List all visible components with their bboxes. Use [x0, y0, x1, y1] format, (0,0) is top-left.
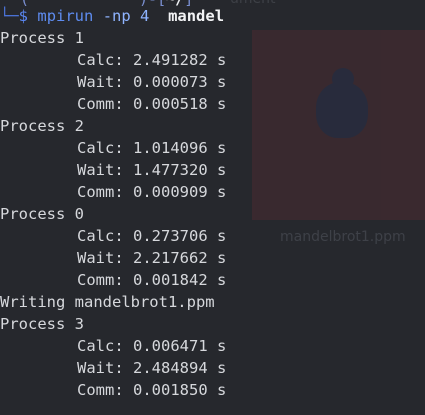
output-heading-line: Writing mandelbrot1.ppm — [0, 293, 215, 311]
output-timing-line: Wait: 1.477320 s — [77, 161, 227, 179]
output-timing-line: Calc: 0.273706 s — [77, 227, 227, 245]
output-timing-line: Wait: 2.217662 s — [77, 249, 227, 267]
terminal-window[interactable]: ()-[~/] └─$ mpirun -np 4 mandel Process … — [0, 0, 425, 415]
command-prompt-line: └─$ mpirun -np 4 mandel — [0, 5, 224, 27]
output-timing-line: Comm: 0.001850 s — [77, 381, 227, 399]
prompt-corner: └─ — [0, 7, 19, 25]
output-timing-line: Comm: 0.000518 s — [77, 95, 227, 113]
output-heading-line: Process 0 — [0, 205, 84, 223]
output-heading-line: Process 1 — [0, 29, 84, 47]
command-output: Process 1 Calc: 2.491282 s Wait: 0.000073 … — [0, 27, 226, 401]
output-heading-line: Process 2 — [0, 117, 84, 135]
output-timing-line: Calc: 1.014096 s — [77, 139, 227, 157]
output-timing-line: Comm: 0.001842 s — [77, 271, 227, 289]
command-name: mpirun — [37, 7, 94, 25]
output-timing-line: Wait: 2.484894 s — [77, 359, 227, 377]
output-timing-line: Wait: 0.000073 s — [77, 73, 227, 91]
command-flag: -np — [102, 7, 131, 25]
prompt-symbol: $ — [18, 7, 29, 25]
command-count: 4 — [140, 7, 150, 25]
output-heading-line: Process 3 — [0, 315, 84, 333]
previous-prompt-fragment: ()-[~/] — [20, 0, 193, 8]
output-timing-line: Calc: 2.491282 s — [77, 51, 227, 69]
output-timing-line: Comm: 0.000909 s — [77, 183, 227, 201]
output-timing-line: Calc: 0.006471 s — [77, 337, 227, 355]
command-program: mandel — [168, 7, 225, 25]
